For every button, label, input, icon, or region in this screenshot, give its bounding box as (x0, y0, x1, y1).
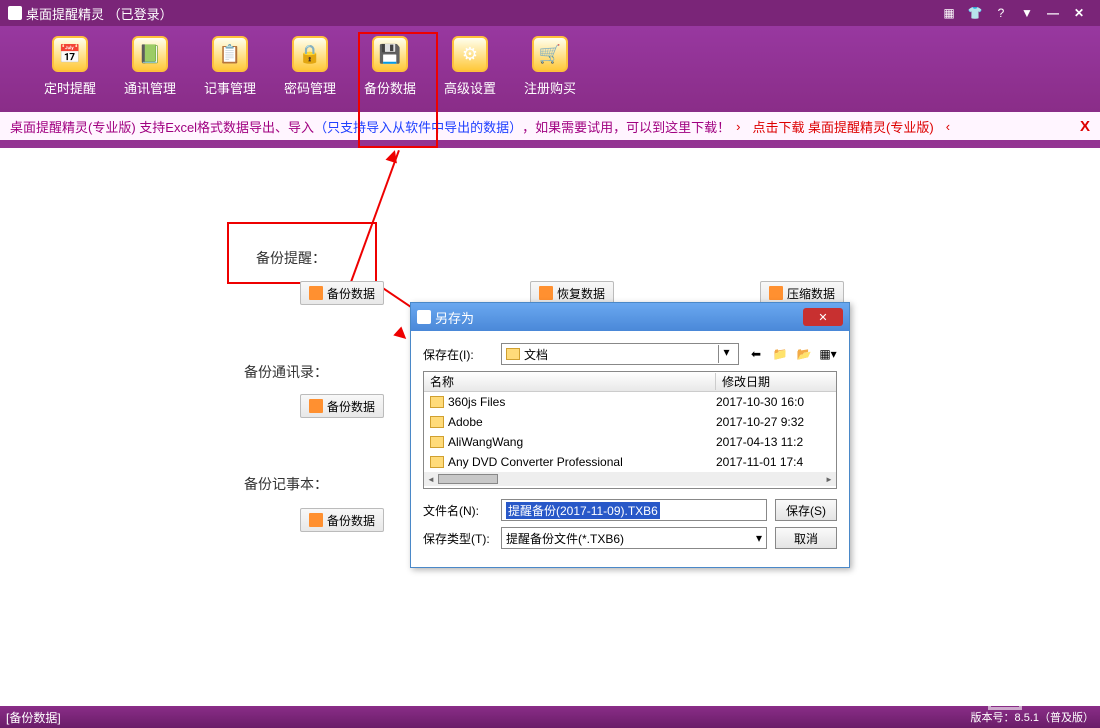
backup-button-1[interactable]: 备份数据 (300, 281, 384, 305)
save-in-label: 保存在(I): (423, 346, 501, 363)
disk-icon (539, 286, 553, 300)
save-as-dialog: 另存为 ✕ 保存在(I): 文档 ▾ ⬅ 📁 📂 ▦▾ 名称 修改日期 360j… (410, 302, 850, 568)
tb-label: 高级设置 (444, 78, 496, 97)
toolbar-contacts[interactable]: 📗 通讯管理 (110, 36, 190, 102)
toolbar-password[interactable]: 🔒 密码管理 (270, 36, 350, 102)
file-row[interactable]: Any DVD Converter Professional2017-11-01… (424, 452, 836, 472)
horizontal-scrollbar[interactable] (424, 472, 836, 486)
folder-icon (430, 436, 444, 448)
toolbar-register[interactable]: 🛒 注册购买 (510, 36, 590, 102)
disk-icon (309, 286, 323, 300)
file-date: 2017-10-30 16:0 (716, 395, 836, 409)
col-name[interactable]: 名称 (424, 373, 716, 390)
shirt-icon[interactable]: 👕 (964, 4, 986, 22)
toolbar-timed-remind[interactable]: 📅 定时提醒 (30, 36, 110, 102)
folder-icon (506, 348, 520, 360)
file-name: AliWangWang (448, 435, 716, 449)
minimize-button[interactable]: — (1042, 4, 1064, 22)
tb-label: 定时提醒 (44, 78, 96, 97)
tb-label: 通讯管理 (124, 78, 176, 97)
toolbar-advanced[interactable]: ⚙ 高级设置 (430, 36, 510, 102)
marquee-text2: ，如果需要试用，可以到这里下载！ (522, 117, 730, 136)
annotation-box-toolbar (358, 32, 438, 148)
file-date: 2017-04-13 11:2 (716, 435, 836, 449)
back-icon[interactable]: ⬅ (747, 345, 765, 363)
save-in-dropdown[interactable]: 文档 ▾ (501, 343, 739, 365)
notes-icon: 📋 (212, 36, 248, 72)
gear-icon: ⚙ (452, 36, 488, 72)
cancel-button[interactable]: 取消 (775, 527, 837, 549)
file-name: Adobe (448, 415, 716, 429)
up-folder-icon[interactable]: 📁 (771, 345, 789, 363)
file-row[interactable]: 360js Files2017-10-30 16:0 (424, 392, 836, 412)
file-name: Any DVD Converter Professional (448, 455, 716, 469)
new-folder-icon[interactable]: 📂 (795, 345, 813, 363)
file-list: 名称 修改日期 360js Files2017-10-30 16:0Adobe2… (423, 371, 837, 489)
filename-input[interactable]: 提醒备份(2017-11-09).TXB6 (501, 499, 767, 521)
filetype-label: 保存类型(T): (423, 530, 501, 547)
disk-icon (309, 513, 323, 527)
toolbar-notes[interactable]: 📋 记事管理 (190, 36, 270, 102)
section-label-contacts: 备份通讯录： (244, 362, 328, 382)
file-row[interactable]: Adobe2017-10-27 9:32 (424, 412, 836, 432)
title-bar: 桌面提醒精灵 （已登录） ▦ 👕 ? ▼ — ✕ (0, 0, 1100, 26)
file-list-header[interactable]: 名称 修改日期 (424, 372, 836, 392)
app-icon (8, 6, 22, 20)
disk-icon (769, 286, 783, 300)
filename-label: 文件名(N): (423, 502, 501, 519)
sep: › (736, 119, 740, 134)
folder-icon (430, 456, 444, 468)
filetype-dropdown[interactable]: 提醒备份文件(*.TXB6) ▾ (501, 527, 767, 549)
window-title: 桌面提醒精灵 （已登录） (26, 4, 173, 23)
status-right: 版本号：8.5.1（普及版） (971, 709, 1094, 725)
tb-label: 记事管理 (204, 78, 256, 97)
status-left: [备份数据] (6, 709, 61, 726)
main-toolbar: 📅定时提醒 📗通讯管理 📋记事管理 🔒密码管理 💾备份数据 ⚙高级设置 🛒注册购… (0, 26, 1100, 112)
marquee-bar: 桌面提醒精灵(专业版) 支持Excel格式数据导出、导入 （只支持导入从软件中导… (0, 112, 1100, 140)
calendar-icon: 📅 (52, 36, 88, 72)
section-label-reminder: 备份提醒： (256, 248, 326, 268)
file-name: 360js Files (448, 395, 716, 409)
help-icon[interactable]: ? (990, 4, 1012, 22)
down-icon[interactable]: ▼ (1016, 4, 1038, 22)
cart-icon: 🛒 (532, 36, 568, 72)
col-date[interactable]: 修改日期 (716, 373, 836, 390)
close-button[interactable]: ✕ (1068, 4, 1090, 22)
scroll-thumb[interactable] (438, 474, 498, 484)
folder-icon (430, 396, 444, 408)
chevron-down-icon[interactable]: ▾ (718, 345, 734, 363)
dialog-close-button[interactable]: ✕ (803, 308, 843, 326)
view-icon[interactable]: ▦▾ (819, 345, 837, 363)
folder-icon (430, 416, 444, 428)
marquee-close[interactable]: X (1080, 118, 1090, 135)
marquee-text: 桌面提醒精灵(专业版) 支持Excel格式数据导出、导入 (10, 117, 314, 136)
file-row[interactable]: AliWangWang2017-04-13 11:2 (424, 432, 836, 452)
dialog-titlebar[interactable]: 另存为 ✕ (411, 303, 849, 331)
disk-icon (309, 399, 323, 413)
dialog-icon (417, 310, 431, 324)
dialog-title-text: 另存为 (435, 308, 474, 327)
file-date: 2017-11-01 17:4 (716, 455, 836, 469)
file-date: 2017-10-27 9:32 (716, 415, 836, 429)
save-button[interactable]: 保存(S) (775, 499, 837, 521)
sep2: ‹ (946, 119, 950, 134)
tb-label: 注册购买 (524, 78, 576, 97)
backup-button-2[interactable]: 备份数据 (300, 394, 384, 418)
status-bar: [备份数据] 版本号：8.5.1（普及版） (0, 706, 1100, 728)
menu-icon[interactable]: ▦ (938, 4, 960, 22)
contacts-icon: 📗 (132, 36, 168, 72)
save-in-value: 文档 (524, 346, 548, 363)
download-link[interactable]: 点击下载 桌面提醒精灵(专业版) (752, 117, 933, 136)
tb-label: 密码管理 (284, 78, 336, 97)
section-label-notes: 备份记事本： (244, 474, 328, 494)
chevron-down-icon[interactable]: ▾ (756, 531, 762, 545)
backup-button-3[interactable]: 备份数据 (300, 508, 384, 532)
lock-icon: 🔒 (292, 36, 328, 72)
